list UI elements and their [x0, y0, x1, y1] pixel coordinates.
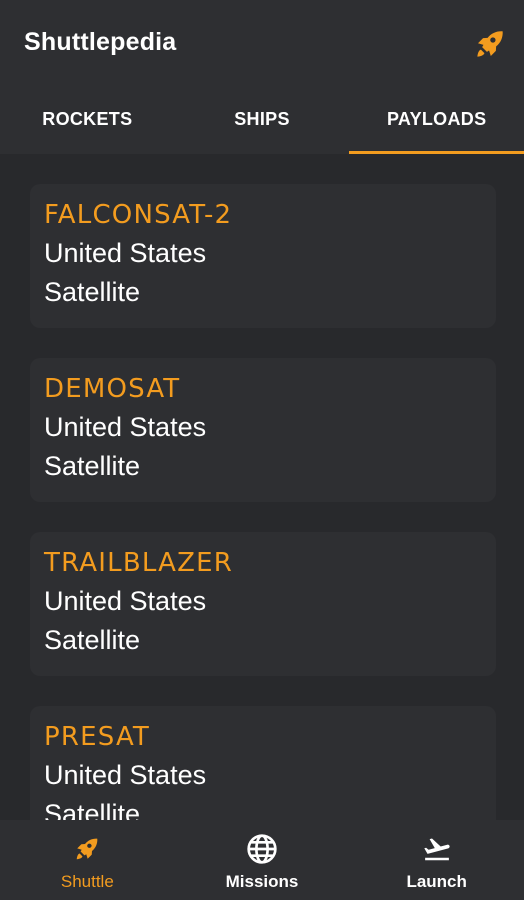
- payload-card[interactable]: DEMOSAT United States Satellite: [30, 358, 496, 502]
- payload-name: FALCONSAT-2: [44, 200, 233, 230]
- nav-launch[interactable]: Launch: [349, 820, 524, 900]
- payload-name: TRAILBLAZER: [44, 548, 234, 578]
- airplane-takeoff-icon: [420, 832, 454, 866]
- payload-list[interactable]: FALCONSAT-2 United States Satellite DEMO…: [0, 154, 524, 820]
- nav-label: Missions: [225, 872, 299, 891]
- payload-nationality: United States: [44, 238, 207, 268]
- payload-nationality: United States: [44, 586, 207, 616]
- rocket-action-button[interactable]: [472, 26, 508, 62]
- payload-card[interactable]: FALCONSAT-2 United States Satellite: [30, 184, 496, 328]
- globe-icon: [245, 832, 279, 866]
- bottom-navigation: Shuttle Missions Launch: [0, 820, 524, 900]
- payload-nationality: United States: [44, 412, 207, 442]
- nav-label: Launch: [406, 872, 467, 891]
- tab-bar: ROCKETS SHIPS PAYLOADS: [0, 88, 524, 154]
- payload-type: Satellite: [44, 277, 141, 307]
- payload-nationality: United States: [44, 760, 207, 790]
- payload-type: Satellite: [44, 799, 141, 820]
- nav-label: Shuttle: [60, 872, 114, 891]
- rocket-icon: [477, 31, 503, 57]
- tab-rockets[interactable]: ROCKETS: [0, 88, 175, 154]
- tab-ships[interactable]: SHIPS: [175, 88, 350, 154]
- nav-missions[interactable]: Missions: [175, 820, 350, 900]
- payload-card[interactable]: PRESAT United States Satellite: [30, 706, 496, 820]
- app-title: Shuttlepedia: [24, 28, 177, 56]
- payload-name: DEMOSAT: [44, 374, 181, 404]
- nav-shuttle[interactable]: Shuttle: [0, 820, 175, 900]
- payload-name: PRESAT: [44, 722, 151, 752]
- payload-type: Satellite: [44, 451, 141, 481]
- payload-card[interactable]: TRAILBLAZER United States Satellite: [30, 532, 496, 676]
- payload-type: Satellite: [44, 625, 141, 655]
- rocket-icon: [70, 832, 104, 866]
- app-bar: Shuttlepedia: [0, 0, 524, 88]
- tab-payloads[interactable]: PAYLOADS: [349, 88, 524, 154]
